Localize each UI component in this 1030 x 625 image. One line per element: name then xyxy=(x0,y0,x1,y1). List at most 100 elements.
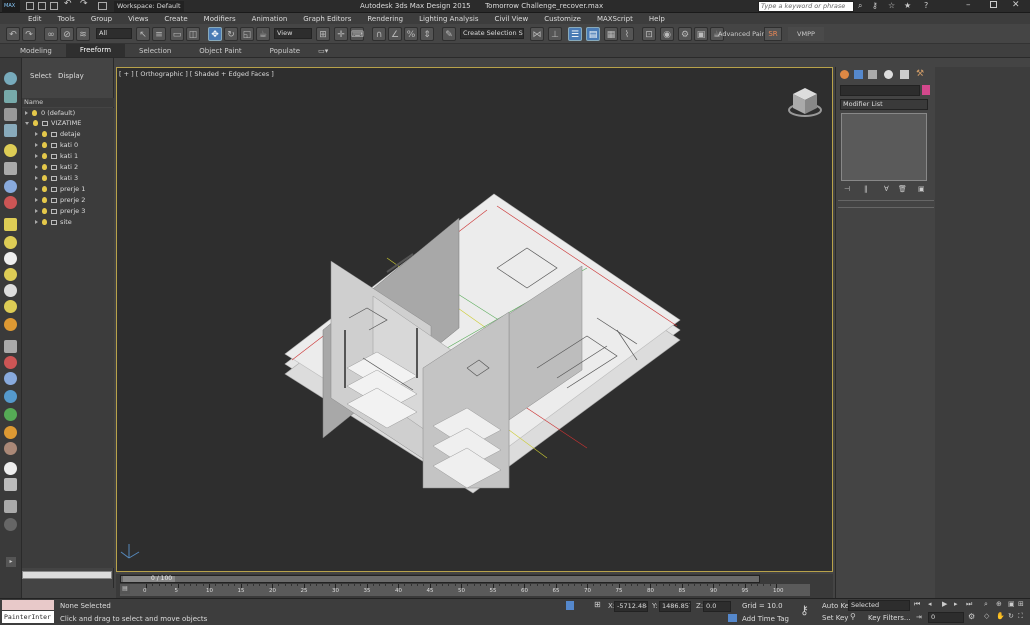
collapse-arrow-icon[interactable] xyxy=(25,121,29,125)
make-unique-icon[interactable]: ∀ xyxy=(884,185,889,193)
mini-curve-editor-button[interactable]: ▤ xyxy=(120,584,130,594)
play-icon[interactable]: ▶ xyxy=(942,600,947,608)
key-filter-icon[interactable]: ⚲ xyxy=(850,612,856,621)
menu-civil-view[interactable]: Civil View xyxy=(486,15,536,23)
current-frame-field[interactable]: 0 xyxy=(928,612,964,623)
search-icon[interactable]: ⌕ xyxy=(858,1,862,11)
menu-create[interactable]: Create xyxy=(156,15,195,23)
select-rotate-button[interactable]: ↻ xyxy=(224,27,238,41)
set-key-icon[interactable]: ⚷ xyxy=(800,603,809,617)
menu-rendering[interactable]: Rendering xyxy=(359,15,411,23)
box-icon[interactable] xyxy=(4,218,17,231)
help-icon[interactable]: ? xyxy=(924,1,928,10)
mirror-button[interactable]: ⋈ xyxy=(530,27,544,41)
geosphere-icon[interactable] xyxy=(4,318,17,331)
light-bulb-icon[interactable] xyxy=(42,208,47,214)
table-icon[interactable] xyxy=(4,124,17,137)
modifier-stack[interactable] xyxy=(841,113,927,181)
tab-selection[interactable]: Selection xyxy=(125,47,185,55)
x-coordinate-field[interactable]: -5712.484 xyxy=(614,601,648,612)
curve-editor-button[interactable]: ⌇ xyxy=(620,27,634,41)
pivot-center-button[interactable]: ⊞ xyxy=(316,27,330,41)
menu-customize[interactable]: Customize xyxy=(536,15,589,23)
track-bar[interactable]: 0 5 10 15 20 25 30 35 40 45 50 55 60 65 70 75 80 85 90 95 10… xyxy=(120,584,810,596)
pyramid-icon[interactable] xyxy=(4,284,17,297)
go-to-end-icon[interactable]: ⏭ xyxy=(966,600,972,609)
help-circle-icon[interactable] xyxy=(4,518,17,531)
torus-icon[interactable] xyxy=(4,268,17,281)
time-tag-icon[interactable] xyxy=(728,614,737,622)
set-key-button[interactable]: Set Key xyxy=(822,614,848,622)
rectangle-selection-button[interactable]: ▭ xyxy=(170,27,184,41)
horizontal-scrollbar[interactable] xyxy=(22,571,112,579)
object-name-field[interactable] xyxy=(840,85,920,96)
expand-arrow-icon[interactable] xyxy=(35,143,38,147)
pan-icon[interactable]: ✋ xyxy=(996,612,1005,620)
align-button[interactable]: ⊥ xyxy=(548,27,562,41)
previous-frame-icon[interactable]: ◂ xyxy=(928,600,932,608)
expand-arrow-icon[interactable] xyxy=(35,187,38,191)
go-to-start-icon[interactable]: ⏮ xyxy=(914,600,920,609)
advanced-paint-button[interactable]: Advanced Paint xyxy=(718,30,768,38)
tab-object-paint[interactable]: Object Paint xyxy=(185,47,255,55)
menu-graph-editors[interactable]: Graph Editors xyxy=(295,15,359,23)
light-bulb-icon[interactable] xyxy=(33,120,38,126)
tab-display[interactable]: Display xyxy=(58,72,84,80)
link-button[interactable]: ∞ xyxy=(44,27,58,41)
tab-populate[interactable]: Populate xyxy=(256,47,314,55)
zoom-extents-icon[interactable]: ▣ xyxy=(1008,600,1015,608)
menu-lighting-analysis[interactable]: Lighting Analysis xyxy=(411,15,486,23)
bind-spacewarp-button[interactable]: ≋ xyxy=(76,27,90,41)
sphere-icon[interactable] xyxy=(4,252,17,265)
menu-animation[interactable]: Animation xyxy=(244,15,296,23)
tree-icon[interactable] xyxy=(4,408,17,421)
next-frame-icon[interactable]: ▸ xyxy=(954,600,958,608)
remove-modifier-icon[interactable]: 🗑 xyxy=(898,185,907,193)
redo-button[interactable]: ↷ xyxy=(22,27,36,41)
maximize-icon[interactable] xyxy=(990,1,997,8)
menu-modifiers[interactable]: Modifiers xyxy=(196,15,244,23)
spinner-snap-button[interactable]: ⇕ xyxy=(420,27,434,41)
bones-icon[interactable] xyxy=(4,340,17,353)
render-setup-button[interactable]: ⚙ xyxy=(678,27,692,41)
angle-snap-button[interactable]: ∠ xyxy=(388,27,402,41)
vmpp-button[interactable]: VMPP xyxy=(788,27,824,41)
bipod-icon[interactable] xyxy=(4,356,17,369)
communication-icon[interactable]: ☆ xyxy=(888,1,895,10)
tree-item[interactable]: detaje xyxy=(22,129,80,139)
edit-named-selection-button[interactable]: ✎ xyxy=(442,27,456,41)
light-bulb-icon[interactable] xyxy=(42,219,47,225)
light-bulb-icon[interactable] xyxy=(42,131,47,137)
tree-item[interactable]: kati 0 xyxy=(22,140,78,150)
orbit-icon[interactable]: ↻ xyxy=(1008,612,1014,620)
modify-tab-icon[interactable] xyxy=(854,70,863,79)
menu-edit[interactable]: Edit xyxy=(20,15,50,23)
graphite-tools-button[interactable]: ▦ xyxy=(604,27,618,41)
maxscript-input[interactable]: PainterInter xyxy=(2,611,54,623)
keyboard-shortcut-override-button[interactable]: ⌨ xyxy=(350,27,364,41)
spacewarp-icon[interactable] xyxy=(4,196,17,209)
menu-help[interactable]: Help xyxy=(641,15,673,23)
modifier-list-dropdown[interactable]: Modifier List xyxy=(840,99,928,110)
rendered-frame-window-button[interactable]: ▣ xyxy=(694,27,708,41)
tree-item[interactable]: 0 (default) xyxy=(22,108,75,118)
tree-item[interactable]: kati 1 xyxy=(22,151,78,161)
search-input[interactable]: Type a keyword or phrase xyxy=(758,1,854,12)
time-configuration-icon[interactable]: ⚙ xyxy=(968,612,975,621)
particle-icon[interactable] xyxy=(4,372,17,385)
scene-explorer-toggle-icon[interactable] xyxy=(4,72,17,85)
model-geometry[interactable] xyxy=(117,68,832,571)
utilities-tab-icon[interactable]: ⚒ xyxy=(916,69,924,79)
select-object-button[interactable]: ↖ xyxy=(136,27,150,41)
minimize-icon[interactable]: – xyxy=(966,0,971,10)
expand-arrow-icon[interactable] xyxy=(35,165,38,169)
grid-tool-icon[interactable] xyxy=(4,478,17,491)
workspace-dropdown[interactable]: Workspace: Default xyxy=(114,1,184,12)
show-end-result-icon[interactable]: ‖ xyxy=(864,185,868,193)
manipulate-button[interactable]: ✛ xyxy=(334,27,348,41)
schematic-view-button[interactable]: ⊡ xyxy=(642,27,656,41)
add-time-tag-button[interactable]: Add Time Tag xyxy=(742,615,789,623)
list-view-icon[interactable] xyxy=(4,108,17,121)
save-file-icon[interactable] xyxy=(50,2,58,10)
time-slider[interactable]: 0 / 100 xyxy=(120,575,760,583)
